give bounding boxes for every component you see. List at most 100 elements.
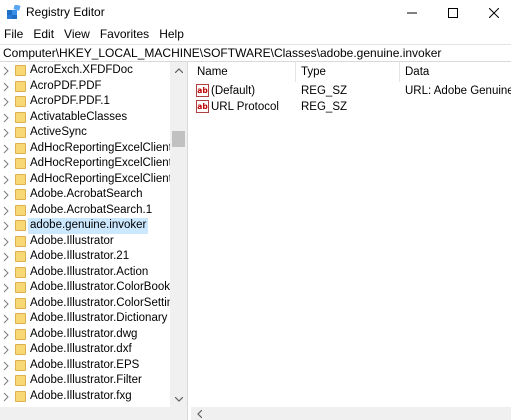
chevron-right-icon[interactable] (3, 190, 9, 200)
chevron-right-icon[interactable] (3, 268, 9, 278)
values-horizontal-scrollbar[interactable] (191, 407, 511, 420)
tree-item[interactable]: ActivatableClasses (0, 110, 170, 126)
minimize-button[interactable] (395, 0, 429, 25)
folder-icon (15, 220, 26, 231)
menu-file[interactable]: File (0, 25, 28, 45)
scroll-left-button[interactable] (194, 408, 204, 419)
value-name: URL Protocol (211, 101, 279, 113)
column-header-name[interactable]: Name (191, 62, 228, 82)
minimize-icon (407, 12, 417, 13)
chevron-right-icon[interactable] (3, 330, 9, 340)
menu-edit[interactable]: Edit (28, 25, 59, 45)
folder-icon (15, 189, 26, 200)
tree-item-label: adobe.genuine.invoker (28, 218, 149, 234)
tree-scroll-thumb[interactable] (172, 131, 185, 147)
tree-item[interactable]: Adobe.Illustrator.ColorSettings (0, 296, 185, 312)
close-button[interactable] (477, 0, 511, 25)
chevron-right-icon[interactable] (3, 113, 9, 123)
tree-item[interactable]: Adobe.Illustrator.EPS (0, 358, 170, 374)
tree-item[interactable]: Adobe.Illustrator.Filter (0, 373, 170, 389)
folder-icon (15, 96, 26, 107)
value-row-url-protocol[interactable]: ab URL Protocol REG_SZ (191, 99, 511, 115)
value-type: REG_SZ (301, 101, 348, 113)
column-header-type[interactable]: Type (295, 62, 326, 82)
chevron-up-icon (174, 67, 183, 73)
menu-help[interactable]: Help (154, 25, 189, 45)
tree-item[interactable]: Adobe.AcrobatSearch (0, 187, 170, 203)
value-data: URL: Adobe Genuine Invoker (405, 85, 511, 97)
chevron-right-icon[interactable] (3, 314, 9, 324)
chevron-right-icon[interactable] (3, 392, 9, 402)
tree-item[interactable]: Adobe.Illustrator.fxg (0, 389, 170, 405)
tree-item[interactable]: Adobe.AcrobatSearch.1 (0, 203, 170, 219)
tree-item[interactable]: Adobe.Illustrator.dxf (0, 342, 170, 358)
tree-item[interactable]: AcroExch.XFDFDoc (0, 63, 170, 79)
chevron-right-icon[interactable] (3, 128, 9, 138)
folder-icon (15, 359, 26, 371)
window-title: Registry Editor (26, 5, 105, 19)
tree-item[interactable]: Adobe.Illustrator.ColorBook (0, 280, 170, 296)
chevron-right-icon[interactable] (3, 361, 9, 371)
menu-favorites[interactable]: Favorites (95, 25, 154, 45)
tree-item[interactable]: Adobe.Illustrator (0, 234, 170, 250)
value-row-default[interactable]: ab (Default) REG_SZ URL: Adobe Genuine I… (191, 83, 511, 99)
chevron-right-icon[interactable] (3, 299, 9, 309)
folder-icon (15, 111, 26, 123)
tree-item[interactable]: Adobe.Illustrator.21 (0, 249, 170, 265)
chevron-right-icon[interactable] (3, 97, 9, 107)
chevron-right-icon[interactable] (3, 221, 9, 231)
tree-item[interactable]: AcroPDF.PDF.1 (0, 94, 170, 110)
tree-item-label: AdHocReportingExcelClientLib (30, 172, 188, 185)
chevron-right-icon[interactable] (3, 252, 9, 262)
tree-item-label: Adobe.Illustrator.fxg (30, 389, 132, 402)
folder-icon (15, 235, 26, 247)
folder-icon (15, 282, 26, 293)
tree-vertical-scrollbar[interactable] (170, 62, 187, 407)
menu-view[interactable]: View (59, 25, 95, 45)
folder-icon (15, 142, 26, 154)
chevron-right-icon[interactable] (3, 206, 9, 216)
string-value-icon: ab (196, 84, 209, 97)
tree-item-label: Adobe.Illustrator.ColorBook (30, 281, 170, 293)
tree-item-label: ActivatableClasses (30, 110, 128, 123)
chevron-right-icon[interactable] (3, 144, 9, 154)
scroll-down-button[interactable] (170, 391, 187, 407)
tree-item[interactable]: Adobe.Illustrator.dwg (0, 327, 170, 343)
tree-item[interactable]: ActiveSync (0, 125, 170, 141)
folder-icon (15, 251, 26, 262)
tree-item[interactable]: Adobe.Illustrator.Dictionary (0, 311, 170, 327)
chevron-right-icon[interactable] (3, 376, 9, 386)
chevron-right-icon[interactable] (3, 345, 9, 355)
folder-icon (15, 390, 26, 402)
address-path[interactable]: Computer\HKEY_LOCAL_MACHINE\SOFTWARE\Cla… (3, 46, 441, 60)
tree-item[interactable]: Adobe.Illustrator.Action (0, 265, 170, 281)
title-bar: Registry Editor (0, 0, 511, 25)
tree-item-label: Adobe.Illustrator.Action (30, 265, 149, 278)
chevron-right-icon[interactable] (3, 66, 9, 76)
tree-horizontal-scrollbar[interactable] (0, 407, 187, 420)
value-type: REG_SZ (301, 85, 348, 97)
tree-item[interactable]: AcroPDF.PDF (0, 79, 170, 95)
tree-item-label: Adobe.Illustrator.Filter (30, 374, 142, 386)
tree-item-label: AcroPDF.PDF (30, 79, 102, 92)
chevron-right-icon[interactable] (3, 237, 9, 247)
folder-icon (15, 266, 26, 278)
address-bar[interactable]: Computer\HKEY_LOCAL_MACHINE\SOFTWARE\Cla… (0, 44, 511, 62)
folder-icon (15, 65, 26, 76)
tree-item-label: Adobe.Illustrator.ColorSettings (30, 296, 186, 309)
tree-item[interactable]: AdHocReportingExcelClientLib (0, 172, 187, 188)
scroll-up-button[interactable] (170, 62, 187, 78)
tree-item[interactable]: AdHocReportingExcelClientLib (0, 156, 187, 172)
chevron-right-icon[interactable] (3, 175, 9, 185)
maximize-icon (448, 7, 458, 18)
maximize-button[interactable] (436, 0, 470, 25)
tree-item-label: AdHocReportingExcelClientLib (30, 157, 188, 169)
folder-icon (15, 328, 26, 340)
chevron-right-icon[interactable] (3, 159, 9, 169)
tree-item[interactable]: adobe.genuine.invoker (0, 218, 170, 234)
column-header-data[interactable]: Data (399, 62, 429, 82)
tree-item-label: Adobe.AcrobatSearch (30, 188, 143, 200)
chevron-right-icon[interactable] (3, 82, 9, 92)
tree-item[interactable]: AdHocReportingExcelClientLib (0, 141, 187, 157)
chevron-right-icon[interactable] (3, 283, 9, 293)
